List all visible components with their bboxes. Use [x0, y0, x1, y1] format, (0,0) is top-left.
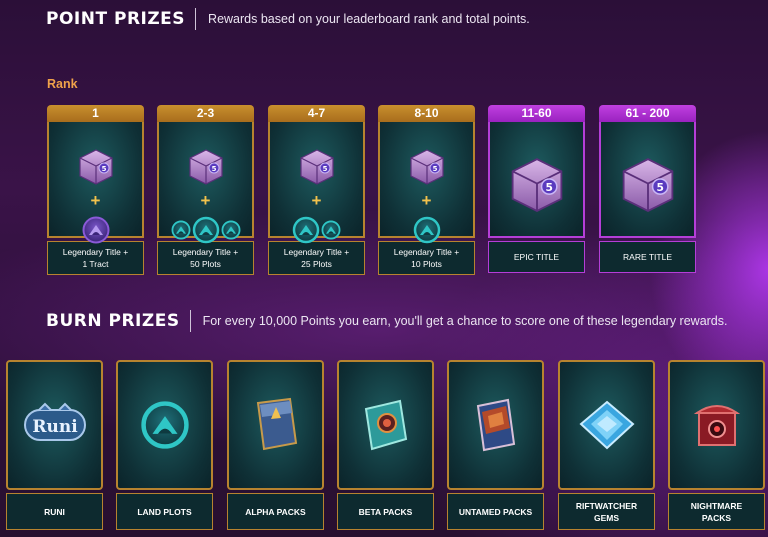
burn-prizes-header: BURN PRIZES For every 10,000 Points you … [46, 310, 727, 332]
burn-card-runi[interactable]: Runi RUNI [6, 360, 103, 530]
burn-card-untamed-packs[interactable]: UNTAMED PACKS [447, 360, 544, 530]
burn-card-label: RUNI [6, 493, 103, 530]
svg-text:5: 5 [545, 181, 552, 194]
plus-icon: + [421, 191, 432, 210]
rank-card-header: 2-3 [157, 105, 254, 122]
burn-card-body: Runi [6, 360, 103, 490]
burn-card-alpha-packs[interactable]: ALPHA PACKS [227, 360, 324, 530]
burn-card-land-plots[interactable]: LAND PLOTS [116, 360, 213, 530]
rank-card-reward-label: Legendary Title +25 Plots [268, 241, 365, 275]
chest-icon: 5 [188, 149, 223, 185]
burn-card-body [447, 360, 544, 490]
beta-pack-icon [364, 399, 407, 451]
rank-card-4-7[interactable]: 4-7 5 + Legendary Title +25 Plots [268, 105, 365, 275]
burn-card-body [227, 360, 324, 490]
plus-icon: + [200, 191, 211, 210]
rank-card-body: 5 + [47, 122, 144, 244]
burn-card-label: BETA PACKS [337, 493, 434, 530]
burn-card-label: LAND PLOTS [116, 493, 213, 530]
point-prizes-title: POINT PRIZES [46, 9, 186, 29]
rank-card-8-10[interactable]: 8-10 5 + Legendary Title +10 Plots [378, 105, 475, 275]
burn-prizes-title: BURN PRIZES [46, 311, 180, 331]
chest-icon: 5 [622, 158, 673, 212]
nightmare-pack-icon [693, 405, 740, 446]
rank-card-reward-label: RARE TITLE [599, 241, 696, 273]
land-plot-icon [140, 401, 189, 449]
rank-card-1[interactable]: 1 5 + Legendary Title +1 Tract [47, 105, 144, 275]
rank-card-2-3[interactable]: 2-3 5 + Legendary Title +50 Plots [157, 105, 254, 275]
untamed-pack-icon [476, 398, 515, 452]
land-plot-coin-icon [221, 220, 240, 240]
plus-icon: + [311, 191, 322, 210]
rank-card-body: 5 + [268, 122, 365, 244]
burn-card-label: RIFTWATCHER GEMS [558, 493, 655, 530]
header-divider [195, 8, 197, 30]
rank-card-body: 5 [488, 122, 585, 238]
burn-card-label: NIGHTMARE PACKS [668, 493, 765, 530]
land-plot-coin-icon [321, 220, 341, 240]
rank-label: Rank [47, 77, 78, 91]
chest-icon: 5 [299, 149, 334, 185]
rank-card-reward-label: Legendary Title +50 Plots [157, 241, 254, 275]
rank-card-header: 11-60 [488, 105, 585, 122]
burn-card-label: ALPHA PACKS [227, 493, 324, 530]
alpha-pack-icon [256, 397, 297, 451]
svg-text:5: 5 [656, 181, 663, 194]
rank-card-reward-label: Legendary Title +1 Tract [47, 241, 144, 275]
chest-icon: 5 [78, 149, 113, 185]
point-prizes-header: POINT PRIZES Rewards based on your leade… [46, 8, 530, 30]
rank-card-reward-label: EPIC TITLE [488, 241, 585, 273]
plus-icon: + [90, 191, 101, 210]
header-divider [189, 310, 191, 332]
svg-text:5: 5 [211, 165, 216, 173]
rank-card-header: 8-10 [378, 105, 475, 122]
burn-prizes-subtitle: For every 10,000 Points you earn, you'll… [202, 314, 728, 328]
svg-text:5: 5 [432, 165, 437, 173]
land-plot-coin-icon [171, 220, 190, 240]
rank-card-11-60[interactable]: 11-60 5 EPIC TITLE [488, 105, 585, 273]
tract-coin-icon [82, 216, 109, 244]
burn-card-riftwatcher-gems[interactable]: RIFTWATCHER GEMS [558, 360, 655, 530]
burn-card-label: UNTAMED PACKS [447, 493, 544, 530]
burn-card-body [337, 360, 434, 490]
burn-card-body [558, 360, 655, 490]
land-plot-coin-icon [292, 216, 320, 244]
burn-card-beta-packs[interactable]: BETA PACKS [337, 360, 434, 530]
svg-text:5: 5 [101, 165, 106, 173]
rank-card-body: 5 + [378, 122, 475, 244]
rank-card-61-200[interactable]: 61 - 200 5 RARE TITLE [599, 105, 696, 273]
rank-card-reward-label: Legendary Title +10 Plots [378, 241, 475, 275]
svg-text:5: 5 [322, 165, 327, 173]
chest-icon: 5 [511, 158, 562, 212]
land-plot-coin-icon [192, 216, 219, 244]
land-plot-coin-icon [413, 216, 440, 244]
burn-card-nightmare-packs[interactable]: NIGHTMARE PACKS [668, 360, 765, 530]
rank-card-body: 5 + [157, 122, 254, 244]
rank-card-header: 61 - 200 [599, 105, 696, 122]
burn-card-body [116, 360, 213, 490]
point-prizes-subtitle: Rewards based on your leaderboard rank a… [208, 12, 530, 26]
riftwatcher-gem-icon [578, 400, 635, 450]
rank-card-body: 5 [599, 122, 696, 238]
chest-icon: 5 [409, 149, 444, 185]
rank-card-header: 4-7 [268, 105, 365, 122]
rank-card-header: 1 [47, 105, 144, 122]
burn-card-body [668, 360, 765, 490]
runi-logo-icon: Runi [23, 402, 86, 441]
svg-text:Runi: Runi [32, 417, 78, 437]
